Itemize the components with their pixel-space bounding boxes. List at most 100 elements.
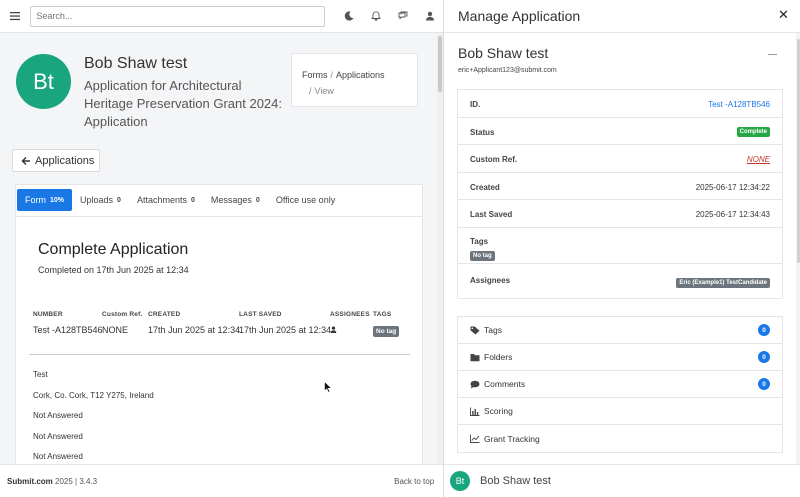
- chat-icon[interactable]: [389, 0, 416, 33]
- id-link[interactable]: Test -A128TB546: [708, 100, 770, 109]
- assignee-icon[interactable]: [330, 325, 370, 335]
- detail-row-custom-ref: Custom Ref. NONE: [458, 145, 782, 173]
- form-heading: Complete Application: [38, 241, 189, 258]
- drawer-applicant-name: Bob Shaw test: [458, 45, 549, 61]
- column-header: TAGS: [373, 311, 392, 318]
- manage-application-drawer: Manage Application ✕ Bob Shaw test eric+…: [443, 0, 800, 497]
- section-folders[interactable]: Folders 0: [458, 344, 782, 371]
- breadcrumb-current: View: [314, 86, 334, 96]
- mouse-cursor-icon: [324, 381, 332, 393]
- brand-name: Submit.com: [7, 476, 53, 486]
- bell-icon[interactable]: [362, 0, 389, 33]
- detail-label: Custom Ref.: [470, 155, 518, 164]
- avatar: Bt: [450, 471, 470, 491]
- summary-last-saved: LAST SAVED 17th Jun 2025 at 12:34: [239, 311, 331, 335]
- search-input[interactable]: [30, 5, 325, 27]
- tab-form[interactable]: Form 10%: [17, 189, 73, 211]
- avatar: Bt: [16, 54, 71, 109]
- section-label: Grant Tracking: [484, 433, 540, 444]
- back-to-top-link[interactable]: Back to top: [394, 477, 434, 486]
- summary-assignees: ASSIGNEES: [330, 311, 370, 335]
- section-label: Comments: [484, 379, 526, 389]
- drawer-scrollbar[interactable]: [796, 33, 800, 464]
- tab-divider: [16, 216, 422, 217]
- column-header: Custom Ref.: [102, 311, 143, 318]
- number-value: Test -A128TB546: [33, 325, 103, 335]
- folder-icon: [470, 353, 480, 361]
- last-saved-value: 2025-06-17 12:34:43: [695, 210, 770, 219]
- detail-label: Status: [470, 127, 495, 137]
- back-button-label: Applications: [35, 154, 95, 167]
- applicant-name: Bob Shaw test: [84, 55, 188, 72]
- line-chart-icon: [470, 434, 480, 443]
- breadcrumb-forms[interactable]: Forms: [302, 70, 328, 80]
- page-title: Application for Architectural Heritage P…: [84, 78, 282, 129]
- tab-label: Office use only: [275, 195, 336, 205]
- breadcrumb-applications[interactable]: Applications: [336, 70, 385, 80]
- created-value: 17th Jun 2025 at 12:34: [148, 325, 241, 335]
- summary-number: NUMBER Test -A128TB546: [33, 311, 103, 335]
- column-header: LAST SAVED: [239, 311, 282, 318]
- summary-created: CREATED 17th Jun 2025 at 12:34: [148, 311, 240, 335]
- details-table: ID. Test -A128TB546 Status Complete Cust…: [457, 89, 783, 299]
- last-saved-value: 17th Jun 2025 at 12:34: [239, 325, 332, 335]
- tab-count: 0: [255, 196, 260, 204]
- detail-row-tags: Tags No tag: [458, 228, 782, 264]
- tag-chip: No tag: [470, 250, 495, 261]
- summary-tags: TAGS No tag: [373, 311, 400, 337]
- application-summary: NUMBER Test -A128TB546 Custom Ref. NONE …: [29, 298, 410, 355]
- arrow-left-icon: [21, 156, 30, 165]
- column-header: ASSIGNEES: [330, 311, 370, 318]
- version-text: 2025 | 3.4.3: [55, 476, 98, 486]
- detail-label: Tags: [470, 236, 489, 246]
- tab-attachments[interactable]: Attachments 0: [129, 189, 203, 211]
- tag-chip: No tag: [373, 326, 400, 337]
- detail-row-created: Created 2025-06-17 12:34:22: [458, 173, 782, 200]
- top-bar: [0, 0, 443, 33]
- tab-label: Messages: [210, 195, 252, 205]
- section-tags[interactable]: Tags 0: [458, 317, 782, 344]
- answer-item: Cork, Co. Cork, T12 Y275, Ireland: [33, 390, 154, 400]
- detail-label: Created: [470, 182, 500, 192]
- section-scoring[interactable]: Scoring: [458, 398, 782, 425]
- custom-ref-edit[interactable]: NONE: [747, 155, 770, 164]
- detail-label: Last Saved: [470, 210, 513, 219]
- drawer-sections: Tags 0 Folders 0 Comments 0 Scoring Gran…: [457, 316, 783, 453]
- detail-row-assignees: Assignees Eric (Example1) TestCandidate: [458, 264, 782, 298]
- user-icon[interactable]: [416, 0, 443, 33]
- moon-icon[interactable]: [335, 0, 362, 33]
- column-header: CREATED: [148, 311, 181, 318]
- application-panel: Form 10% Uploads 0 Attachments 0 Messages 0 …: [15, 184, 423, 464]
- tab-office-use-only[interactable]: Office use only: [268, 189, 343, 211]
- tab-messages[interactable]: Messages 0: [203, 189, 268, 211]
- detail-row-status: Status Complete: [458, 118, 782, 145]
- detail-label: ID.: [470, 100, 481, 109]
- column-header: NUMBER: [33, 311, 63, 318]
- detail-row-last-saved: Last Saved 2025-06-17 12:34:43: [458, 200, 782, 228]
- tab-label: Uploads: [80, 195, 114, 205]
- section-comments[interactable]: Comments 0: [458, 371, 782, 398]
- minimize-icon[interactable]: [768, 54, 777, 55]
- main-content: Bt Bob Shaw test Application for Archite…: [0, 34, 437, 464]
- summary-custom-ref: Custom Ref. NONE: [102, 311, 142, 335]
- close-icon[interactable]: ✕: [778, 8, 789, 21]
- tab-uploads[interactable]: Uploads 0: [72, 189, 129, 211]
- section-label: Scoring: [484, 406, 513, 416]
- answer-item: Not Answered: [33, 411, 83, 420]
- created-value: 2025-06-17 12:34:22: [695, 182, 770, 192]
- drawer-footer: Bt Bob Shaw test: [444, 464, 800, 497]
- custom-ref-value: NONE: [102, 325, 129, 335]
- answer-item: Not Answered: [33, 452, 83, 461]
- scrollbar-thumb[interactable]: [438, 36, 442, 92]
- status-badge: Complete: [736, 126, 770, 137]
- back-to-applications-button[interactable]: Applications: [12, 149, 100, 172]
- page-footer: Submit.com 2025 | 3.4.3 Back to top: [0, 464, 443, 497]
- menu-icon[interactable]: [0, 0, 29, 33]
- assignee-chip[interactable]: Eric (Example1) TestCandidate: [676, 277, 770, 288]
- footer-applicant-name: Bob Shaw test: [480, 475, 551, 487]
- section-grant-tracking[interactable]: Grant Tracking: [458, 425, 782, 452]
- breadcrumb-separator: /: [309, 86, 312, 96]
- answers-list: Test Cork, Co. Cork, T12 Y275, Ireland N…: [33, 370, 154, 464]
- count-badge: 0: [758, 378, 770, 390]
- drawer-title: Manage Application: [458, 8, 581, 24]
